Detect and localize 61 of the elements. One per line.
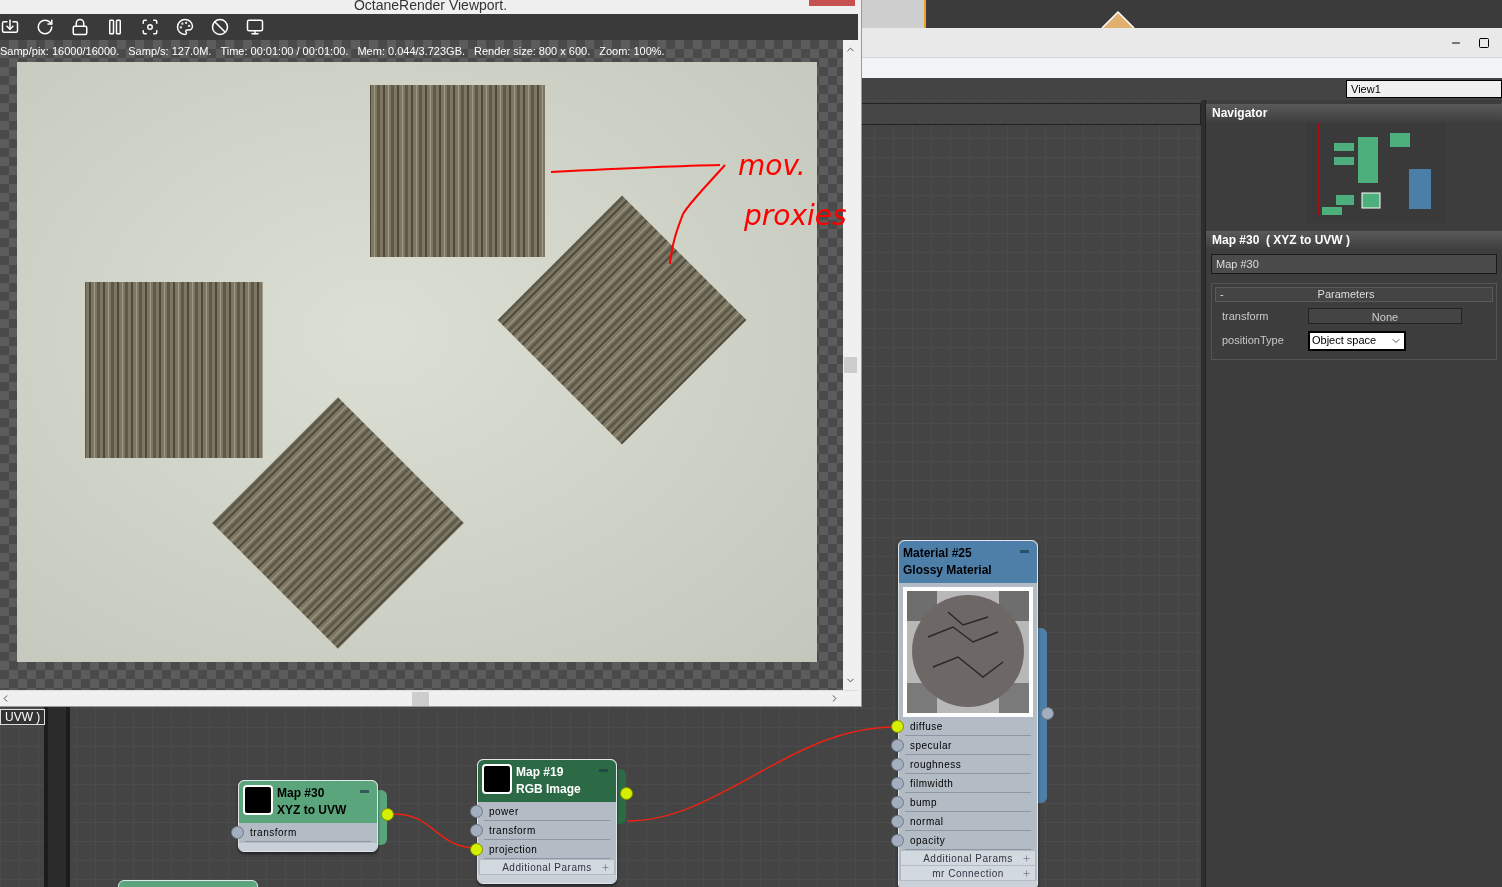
view-field[interactable]: View1 [1346,80,1502,98]
scroll-thumb[interactable] [844,357,857,373]
node-title: Map #19 [516,764,565,781]
rollout-bar[interactable]: mr Connection [901,866,1035,880]
annotation-text: mov. [738,150,806,182]
status-text: Samp/pix: 16000/16000. [0,43,120,59]
socket-label: opacity [909,833,946,848]
rollout-bar[interactable]: Additional Params [480,860,614,874]
rollout-label: Additional Params [923,851,1013,866]
plus-icon [1022,853,1031,863]
name-field[interactable]: Map #30 [1211,254,1497,274]
maximize-icon[interactable] [1478,36,1490,49]
rollout-title: Parameters [1316,287,1376,303]
monitor-icon[interactable] [246,18,264,36]
rollout-header[interactable]: - Parameters [1215,287,1493,302]
socket-label: transform [249,825,297,840]
status-text: Time: 00:01:00 / 00:01:00. [220,43,349,59]
socket-label: specular [909,738,952,753]
node-subtitle: RGB Image [516,781,582,798]
panel-title: Navigator [1212,105,1268,122]
thumbnail-placeholder [482,764,512,794]
socket-label: roughness [909,757,962,772]
node-subtitle: XYZ to UVW [277,802,348,819]
status-text: Samp/s: 127.0M. [128,43,212,59]
socket-label: transform [488,823,536,838]
status-text: Zoom: 100%. [599,43,665,59]
none-button[interactable]: None [1308,308,1462,325]
status-text: Render size: 800 x 600. [474,43,591,59]
stop-icon[interactable] [211,18,229,36]
pause-icon[interactable] [106,18,124,36]
panel-title: Map #30 ( XYZ to UVW ) [1212,232,1350,249]
socket-label: bump [909,795,937,810]
refresh-icon[interactable] [36,18,54,36]
rollout-bar[interactable]: Additional Params [901,851,1035,865]
palette-icon[interactable] [176,18,194,36]
rollout-label: Additional Params [502,860,592,875]
param-label: transform [1222,309,1270,324]
lock-icon[interactable] [71,18,89,36]
param-label: positionType [1222,333,1285,349]
horizontal-scrollbar[interactable] [0,690,858,706]
node-title: Map #30 [277,785,326,802]
node-title: Material #25 [903,545,973,562]
window-title: OctaneRender Viewport. [353,0,508,12]
socket-label: normal [909,814,944,829]
socket-label: filmwidth [909,776,954,791]
socket-label: diffuse [909,719,943,734]
plus-icon [1022,868,1031,878]
viewport-thumbnail [862,0,926,28]
socket-label: projection [488,842,538,857]
thumbnail-placeholder [243,785,273,815]
node-subtitle: Glossy Material [903,562,993,579]
rollout-label: mr Connection [932,866,1004,881]
position-type-dropdown[interactable]: Object space [1308,330,1406,351]
socket-label: power [488,804,519,819]
plus-icon [601,862,610,872]
node-label-fragment: UVW ) [0,709,46,725]
focus-icon[interactable] [141,18,159,36]
import-icon[interactable] [1,18,19,36]
scroll-thumb[interactable] [411,691,429,706]
rollout-toggle[interactable]: - [1216,286,1230,303]
status-text: Mem: 0.044/3.723GB. [357,43,466,59]
